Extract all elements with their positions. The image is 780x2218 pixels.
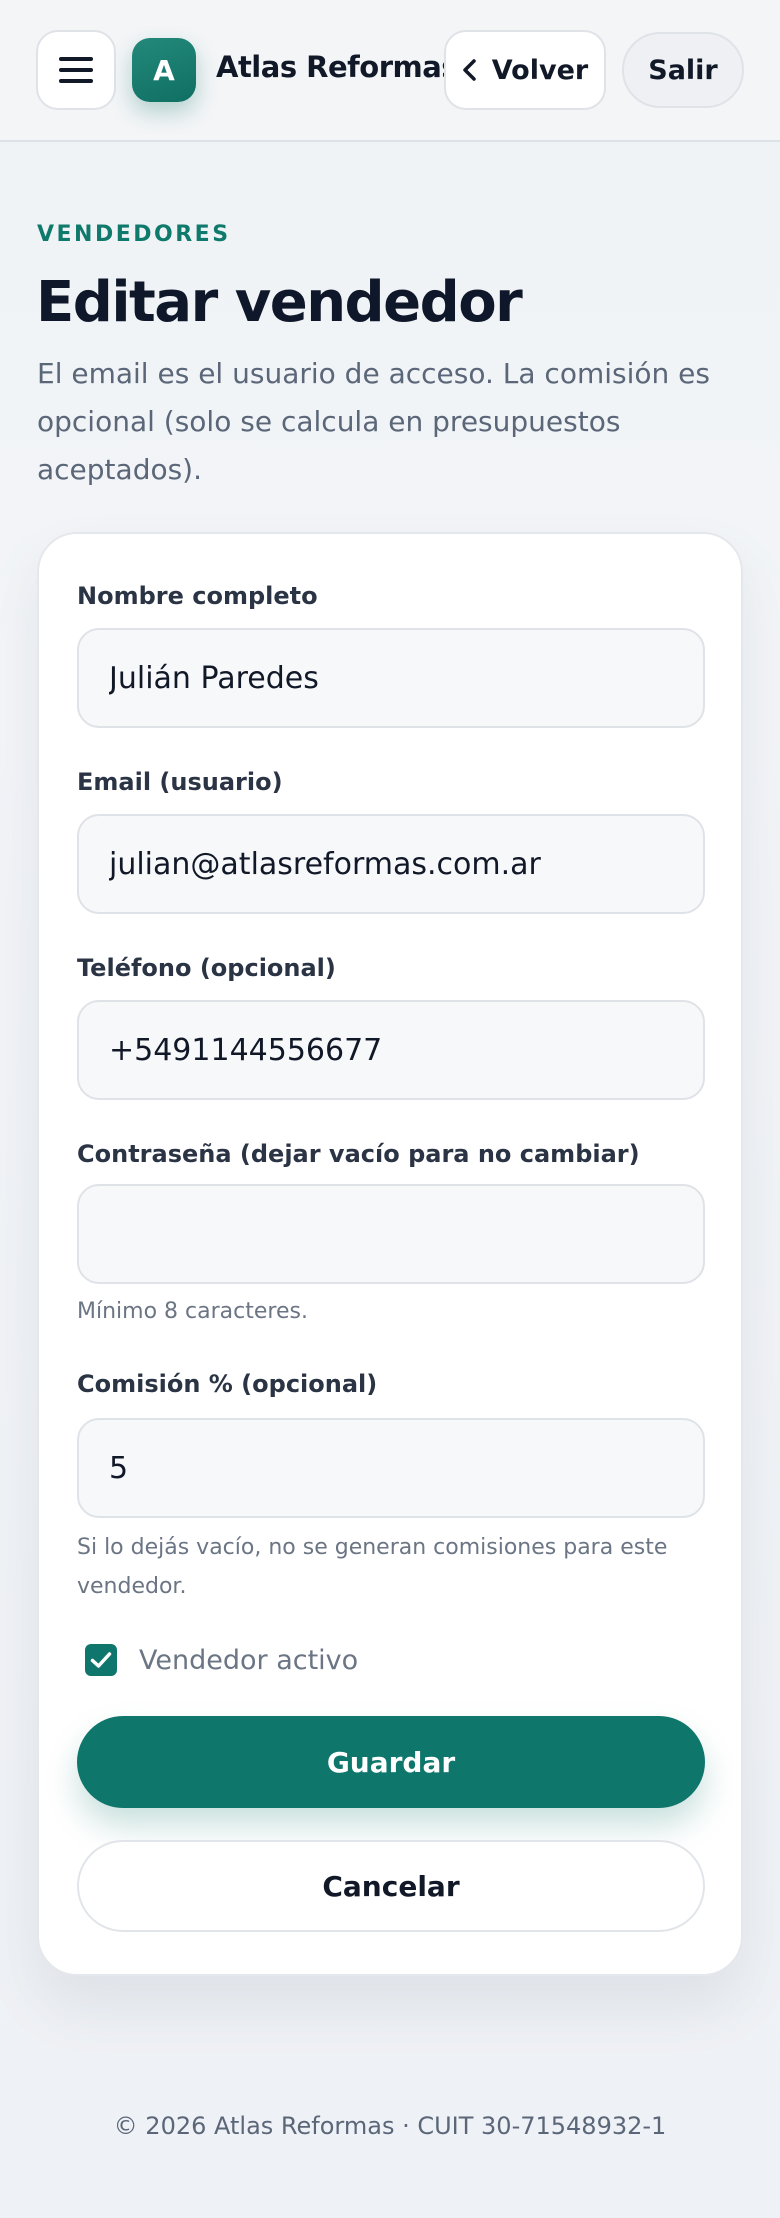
section-eyebrow: VENDEDORES — [37, 222, 231, 247]
menu-button[interactable] — [36, 30, 116, 110]
commission-input[interactable] — [77, 1418, 705, 1518]
brand-logo: A — [132, 38, 196, 102]
page-title: Editar vendedor — [36, 270, 523, 335]
password-input[interactable] — [77, 1184, 705, 1284]
top-bar: A Atlas Reformas Volver Salir — [0, 0, 780, 142]
back-button-label: Volver — [491, 54, 589, 86]
page-description: El email es el usuario de acceso. La com… — [37, 357, 710, 486]
logout-button[interactable]: Salir — [622, 32, 744, 108]
active-checkbox-row[interactable]: Vendedor activo — [85, 1640, 358, 1680]
email-label: Email (usuario) — [77, 768, 283, 796]
edit-seller-form: Nombre completo Email (usuario) Teléfono… — [37, 532, 743, 1976]
cancel-button[interactable]: Cancelar — [77, 1840, 705, 1932]
back-button[interactable]: Volver — [444, 30, 606, 110]
password-hint: Mínimo 8 caracteres. — [77, 1299, 308, 1324]
chevron-left-icon — [463, 59, 476, 81]
page-footer: © 2026 Atlas Reformas · CUIT 30-71548932… — [113, 2112, 667, 2140]
email-input[interactable] — [77, 814, 705, 914]
name-label: Nombre completo — [77, 582, 318, 610]
active-checkbox-label: Vendedor activo — [139, 1644, 359, 1676]
commission-label: Comisión % (opcional) — [77, 1370, 378, 1398]
commission-hint: Si lo dejás vacío, no se generan comisio… — [77, 1535, 668, 1599]
brand-name: Atlas Reformas — [216, 50, 459, 84]
password-label: Contraseña (dejar vacío para no cambiar) — [77, 1140, 640, 1168]
checkmark-icon — [90, 1652, 112, 1668]
phone-input[interactable] — [77, 1000, 705, 1100]
save-button[interactable]: Guardar — [77, 1716, 705, 1808]
hamburger-menu-icon — [59, 57, 93, 83]
active-checkbox[interactable] — [85, 1644, 117, 1676]
name-input[interactable] — [77, 628, 705, 728]
phone-label: Teléfono (opcional) — [77, 954, 336, 982]
